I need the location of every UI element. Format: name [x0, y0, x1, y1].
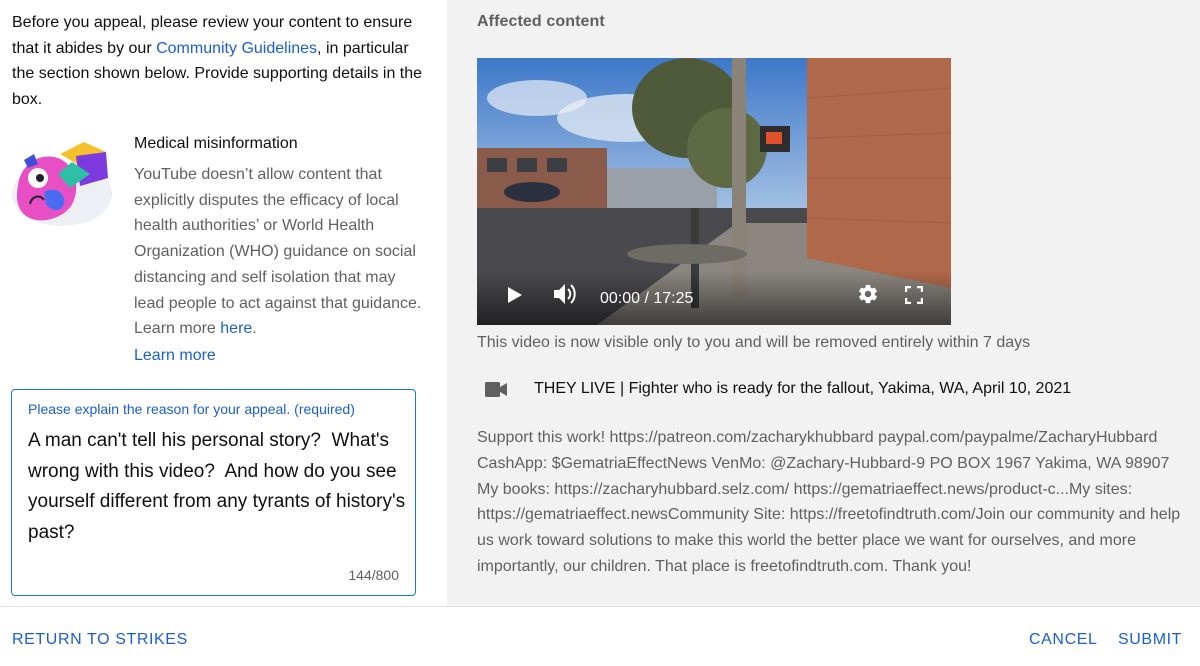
play-icon[interactable]	[507, 286, 523, 309]
playback-time: 00:00 / 17:25	[600, 290, 694, 307]
learn-more-link[interactable]: Learn more	[134, 344, 216, 368]
community-guidelines-link[interactable]: Community Guidelines	[156, 40, 317, 57]
policy-period: .	[252, 320, 257, 338]
cancel-button[interactable]: CANCEL	[1029, 631, 1098, 649]
illustration-icon	[12, 142, 112, 226]
appeal-textarea[interactable]: A man can't tell his personal story? Wha…	[28, 426, 408, 556]
video-player[interactable]: 00:00 / 17:25	[477, 58, 951, 325]
appeal-field-label: Please explain the reason for your appea…	[28, 401, 355, 417]
character-counter: 144/800	[348, 567, 399, 583]
left-panel: Before you appeal, please review your co…	[0, 0, 447, 606]
video-camera-icon	[485, 382, 507, 402]
video-title: THEY LIVE | Fighter who is ready for the…	[534, 380, 1072, 397]
dialog-footer: RETURN TO STRIKES CANCEL SUBMIT	[0, 606, 1200, 666]
policy-here-link[interactable]: here	[220, 320, 252, 337]
affected-content-heading: Affected content	[477, 13, 605, 30]
appeal-field[interactable]: Please explain the reason for your appea…	[11, 389, 416, 596]
policy-description: YouTube doesn’t allow content that expli…	[134, 162, 424, 342]
video-description: Support this work! https://patreon.com/z…	[477, 429, 1181, 575]
submit-button[interactable]: SUBMIT	[1118, 631, 1182, 649]
policy-title: Medical misinformation	[134, 135, 298, 152]
gear-icon[interactable]	[857, 283, 879, 310]
intro-text: Before you appeal, please review your co…	[12, 10, 432, 113]
medical-misinformation-illustration	[10, 134, 114, 230]
return-to-strikes-button[interactable]: RETURN TO STRIKES	[12, 631, 188, 649]
visibility-note: This video is now visible only to you an…	[477, 334, 1031, 351]
fullscreen-icon[interactable]	[904, 285, 924, 309]
volume-icon[interactable]	[553, 283, 577, 310]
policy-body-text: YouTube doesn’t allow content that expli…	[134, 166, 422, 338]
affected-content-panel: Affected content 00:00 / 17:25 This vide…	[447, 0, 1200, 606]
player-controls: 00:00 / 17:25	[477, 271, 951, 325]
